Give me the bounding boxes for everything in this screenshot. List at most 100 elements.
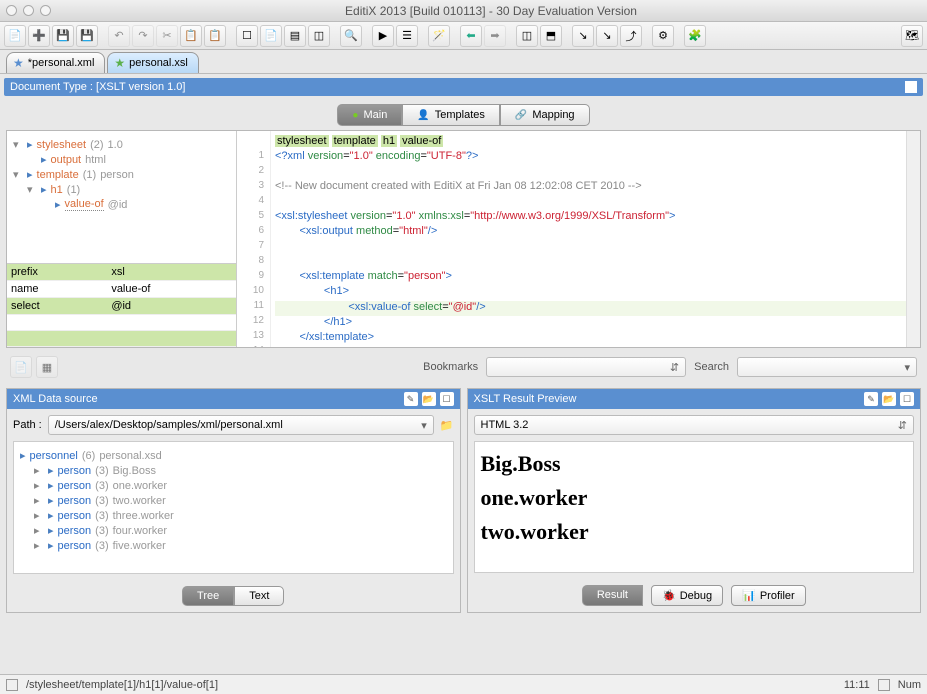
- btn-debug[interactable]: 🐞Debug: [651, 585, 723, 606]
- file-tabbar: ★ *personal.xml ★ personal.xsl: [0, 50, 927, 74]
- panel-result-preview: XSLT Result Preview ✎ 📂 ☐ HTML 3.2⇵ Big.…: [467, 388, 922, 613]
- code-body[interactable]: stylesheet template h1 value-of <?xml ve…: [271, 131, 906, 347]
- profiler-icon: 📊: [742, 589, 756, 602]
- file-tab-personal-xsl[interactable]: ★ personal.xsl: [107, 52, 198, 73]
- bookmarks-label: Bookmarks: [423, 361, 478, 373]
- save-next-icon[interactable]: 💾: [76, 25, 98, 47]
- paste-icon[interactable]: 📋: [204, 25, 226, 47]
- split-h-icon[interactable]: ◫: [516, 25, 538, 47]
- panel-data-source: XML Data source ✎ 📂 ☐ Path : /Users/alex…: [6, 388, 461, 613]
- format-dropdown[interactable]: HTML 3.2⇵: [474, 415, 915, 435]
- save-icon[interactable]: 💾: [52, 25, 74, 47]
- out-b-icon[interactable]: ↘: [596, 25, 618, 47]
- search-dropdown[interactable]: ▾: [737, 357, 917, 377]
- wand-icon[interactable]: 🪄: [428, 25, 450, 47]
- btn-result[interactable]: Result: [582, 585, 643, 606]
- status-xpath: /stylesheet/template[1]/h1[1]/value-of[1…: [26, 679, 836, 691]
- tree-row[interactable]: ▸▸person (3) four.worker: [34, 523, 447, 538]
- next-icon[interactable]: ➡: [484, 25, 506, 47]
- panel-a-icon[interactable]: ☐: [236, 25, 258, 47]
- panel-header: XSLT Result Preview ✎ 📂 ☐: [468, 389, 921, 409]
- find-icon[interactable]: 🔍: [340, 25, 362, 47]
- toolbox-a-icon[interactable]: 📄: [10, 356, 32, 378]
- line-gutter: 1234567891011121314: [237, 131, 271, 347]
- result-heading: two.worker: [481, 519, 908, 545]
- result-heading: one.worker: [481, 485, 908, 511]
- edit-icon[interactable]: ✎: [864, 392, 878, 406]
- data-source-tree[interactable]: ▸personnel (6) personal.xsd ▸▸person (3)…: [13, 441, 454, 574]
- new-icon[interactable]: 📄: [4, 25, 26, 47]
- out-a-icon[interactable]: ↘: [572, 25, 594, 47]
- result-footer: Result 🐞Debug 📊Profiler: [468, 579, 921, 612]
- seg-text[interactable]: Text: [234, 586, 284, 606]
- data-source-footer: Tree Text: [7, 580, 460, 612]
- panel-b-icon[interactable]: 📄: [260, 25, 282, 47]
- file-tab-personal-xml[interactable]: ★ *personal.xml: [6, 52, 105, 73]
- outline-tree[interactable]: ▾▸stylesheet (2) 1.0 ▸output html ▾▸temp…: [7, 131, 236, 263]
- result-body[interactable]: Big.Boss one.worker two.worker: [474, 441, 915, 573]
- gear-icon[interactable]: ⚙: [652, 25, 674, 47]
- vertical-scrollbar[interactable]: [906, 131, 920, 347]
- toolbox-b-icon[interactable]: ▦: [36, 356, 58, 378]
- open-icon[interactable]: 📂: [422, 392, 436, 406]
- person-icon: ●: [352, 110, 358, 121]
- properties-table[interactable]: prefixxsl namevalue-of select@id: [7, 263, 236, 347]
- panel-d-icon[interactable]: ◫: [308, 25, 330, 47]
- undo-icon[interactable]: ↶: [108, 25, 130, 47]
- window-titlebar: EditiX 2013 [Build 010113] - 30 Day Eval…: [0, 0, 927, 22]
- status-numlock: Num: [898, 679, 921, 691]
- doctype-box-icon[interactable]: [905, 81, 917, 93]
- open-icon[interactable]: 📂: [882, 392, 896, 406]
- ext-icon[interactable]: 🧩: [684, 25, 706, 47]
- sheet-icon[interactable]: ☰: [396, 25, 418, 47]
- copy-icon[interactable]: 📋: [180, 25, 202, 47]
- editor-subtabs: ● Main 👤 Templates 🔗 Mapping: [0, 100, 927, 130]
- outline-pane: ▾▸stylesheet (2) 1.0 ▸output html ▾▸temp…: [7, 131, 237, 347]
- seg-tree[interactable]: Tree: [182, 586, 234, 606]
- bookmarks-dropdown[interactable]: ⇵: [486, 357, 686, 377]
- edit-icon[interactable]: ✎: [404, 392, 418, 406]
- doctype-bar: Document Type : [XSLT version 1.0]: [4, 78, 923, 96]
- redo-icon[interactable]: ↷: [132, 25, 154, 47]
- out-c-icon[interactable]: ⤴: [620, 25, 642, 47]
- tree-row[interactable]: ▸▸person (3) two.worker: [34, 493, 447, 508]
- new-plus-icon[interactable]: ➕: [28, 25, 50, 47]
- editor-zone: ▾▸stylesheet (2) 1.0 ▸output html ▾▸temp…: [6, 130, 921, 348]
- doctype-label: Document Type : [XSLT version 1.0]: [10, 81, 185, 93]
- subtab-main[interactable]: ● Main: [337, 104, 402, 126]
- star-icon: ★: [114, 56, 125, 70]
- tree-row[interactable]: ▸▸person (3) one.worker: [34, 478, 447, 493]
- panel-header: XML Data source ✎ 📂 ☐: [7, 389, 460, 409]
- run-icon[interactable]: ▶: [372, 25, 394, 47]
- search-label: Search: [694, 361, 729, 373]
- status-box-icon[interactable]: [6, 679, 18, 691]
- subtab-templates[interactable]: 👤 Templates: [402, 104, 500, 126]
- split-v-icon[interactable]: ⬒: [540, 25, 562, 47]
- tree-row[interactable]: ▸▸person (3) five.worker: [34, 538, 447, 553]
- tree-row[interactable]: ▸▸person (3) Big.Boss: [34, 463, 447, 478]
- close-dot[interactable]: [6, 5, 17, 16]
- minimize-dot[interactable]: [23, 5, 34, 16]
- code-pane[interactable]: 1234567891011121314 stylesheet template …: [237, 131, 920, 347]
- tab-label: *personal.xml: [28, 57, 95, 69]
- cut-icon[interactable]: ✂: [156, 25, 178, 47]
- path-dropdown[interactable]: /Users/alex/Desktop/samples/xml/personal…: [48, 415, 434, 435]
- bug-icon: 🐞: [662, 589, 676, 602]
- window-title: EditiX 2013 [Build 010113] - 30 Day Eval…: [61, 4, 921, 18]
- status-box-icon[interactable]: [878, 679, 890, 691]
- panel-c-icon[interactable]: ▤: [284, 25, 306, 47]
- btn-profiler[interactable]: 📊Profiler: [731, 585, 806, 606]
- status-caret: 11:11: [844, 679, 870, 691]
- help-icon[interactable]: 🗺: [901, 25, 923, 47]
- box-icon[interactable]: ☐: [900, 392, 914, 406]
- traffic-lights: [6, 5, 51, 16]
- prev-icon[interactable]: ⬅: [460, 25, 482, 47]
- main-toolbar: 📄 ➕ 💾 💾 ↶ ↷ ✂ 📋 📋 ☐ 📄 ▤ ◫ 🔍 ▶ ☰ 🪄 ⬅ ➡ ◫ …: [0, 22, 927, 50]
- subtab-mapping[interactable]: 🔗 Mapping: [500, 104, 590, 126]
- folder-icon[interactable]: 📁: [440, 419, 454, 432]
- zoom-dot[interactable]: [40, 5, 51, 16]
- status-bar: /stylesheet/template[1]/h1[1]/value-of[1…: [0, 674, 927, 694]
- star-icon: ★: [13, 56, 24, 70]
- tree-row[interactable]: ▸▸person (3) three.worker: [34, 508, 447, 523]
- box-icon[interactable]: ☐: [440, 392, 454, 406]
